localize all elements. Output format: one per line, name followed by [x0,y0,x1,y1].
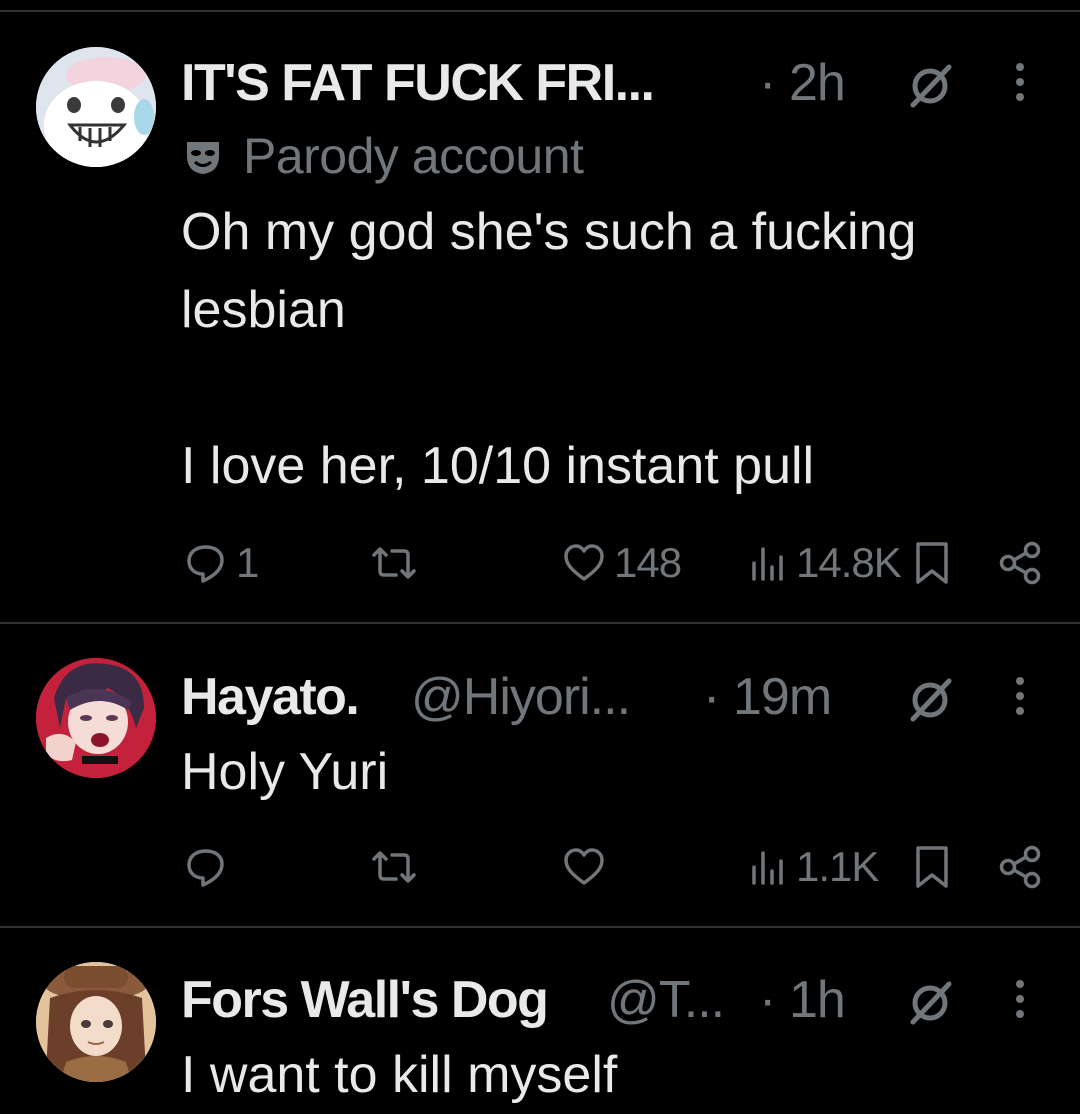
share-icon [997,540,1043,586]
avatar[interactable] [36,658,156,778]
reply-button[interactable]: 1 [184,538,259,588]
views-button[interactable]: 1.1K [748,842,879,892]
grok-icon[interactable] [905,61,955,111]
post-header: Fors Wall's Dog @T... · 1h [181,970,1080,1030]
grok-icon[interactable] [905,675,955,725]
post-time[interactable]: 2h [789,53,846,113]
user-handle[interactable]: @T... [607,970,725,1030]
user-handle[interactable]: @Hiyori... [411,667,631,727]
display-name[interactable]: Fors Wall's Dog [181,970,549,1030]
repost-icon [370,845,418,889]
reply-icon [184,541,228,585]
post-header: IT'S FAT FUCK FRI... · 2h [181,53,1080,113]
reply-icon [184,845,228,889]
share-icon [997,844,1043,890]
separator-dot: · [759,971,776,1029]
share-button[interactable] [997,538,1043,588]
like-button[interactable]: 148 [562,538,682,588]
like-count: 148 [614,539,682,586]
post-3[interactable]: Fors Wall's Dog @T... · 1h I want to kil… [0,928,1080,1104]
bookmark-button[interactable] [912,538,952,588]
display-name[interactable]: IT'S FAT FUCK FRI... [181,53,655,113]
heart-icon [562,541,606,585]
post-text: I want to kill myself [181,1046,618,1104]
views-icon [748,845,788,889]
views-button[interactable]: 14.8K [748,538,902,588]
repost-icon [370,541,418,585]
reply-button[interactable] [184,842,236,892]
post-time[interactable]: 19m [733,667,832,727]
post-1[interactable]: IT'S FAT FUCK FRI... · 2h Parody account… [0,0,1080,622]
avatar[interactable] [36,962,156,1082]
share-button[interactable] [997,842,1043,892]
views-icon [748,541,788,585]
views-count: 1.1K [796,843,879,890]
separator-dot: · [759,54,776,112]
mask-icon [183,138,223,176]
bookmark-icon [912,844,952,890]
bookmark-button[interactable] [912,842,952,892]
more-options-icon[interactable] [1010,57,1030,107]
avatar-image [36,47,156,167]
post-2[interactable]: Hayato. @Hiyori... · 19m Holy Yuri 1.1K [0,624,1080,926]
parody-account-text: Parody account [243,128,584,184]
avatar[interactable] [36,47,156,167]
views-count: 14.8K [796,539,902,586]
more-options-icon[interactable] [1010,974,1030,1024]
avatar-image [36,658,156,778]
separator-dot: · [703,668,720,726]
grok-icon[interactable] [905,978,955,1028]
post-text: Oh my god she's such a fucking lesbian I… [181,203,917,495]
reply-count: 1 [236,539,259,586]
heart-icon [562,845,606,889]
more-options-icon[interactable] [1010,671,1030,721]
like-button[interactable] [562,842,606,892]
post-text: Holy Yuri [181,743,389,801]
repost-button[interactable] [370,842,418,892]
post-header: Hayato. @Hiyori... · 19m [181,667,1080,727]
bookmark-icon [912,540,952,586]
repost-button[interactable] [370,538,418,588]
display-name[interactable]: Hayato. [181,667,360,727]
avatar-image [36,962,156,1082]
post-time[interactable]: 1h [789,970,846,1030]
